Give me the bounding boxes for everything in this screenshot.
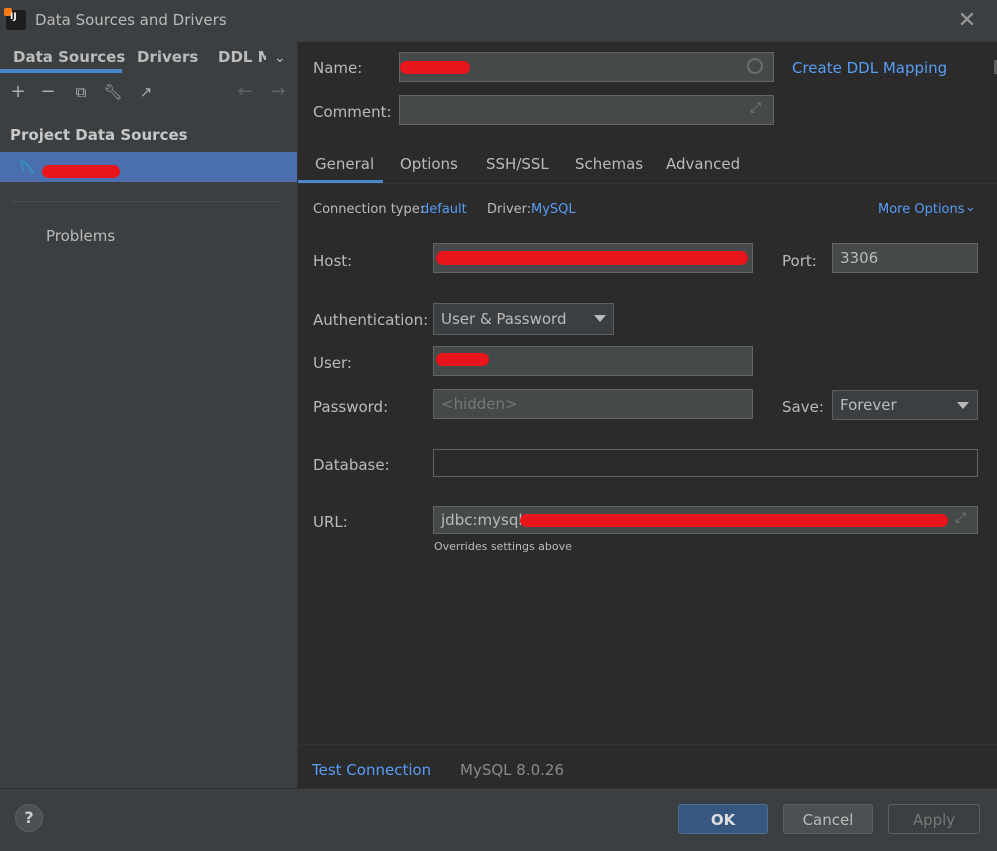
url-label: URL: [313, 513, 348, 531]
add-icon[interactable]: + [8, 82, 28, 102]
redacted-mark [436, 353, 489, 366]
color-circle-icon[interactable] [747, 58, 763, 74]
authentication-select[interactable]: User & Password [433, 303, 614, 335]
host-label: Host: [313, 252, 353, 270]
test-connection-link[interactable]: Test Connection [312, 761, 431, 779]
section-title: Project Data Sources [10, 126, 188, 144]
dropdown-arrow-icon [594, 315, 606, 322]
problems-item[interactable]: Problems [46, 227, 115, 245]
redacted-mark [520, 514, 948, 527]
window-title: Data Sources and Drivers [35, 11, 227, 29]
tab-general[interactable]: General [315, 155, 374, 173]
apply-button[interactable]: Apply [888, 804, 980, 834]
redacted-mark [436, 251, 748, 265]
intellij-logo-icon [4, 8, 26, 30]
database-label: Database: [313, 456, 390, 474]
go-to-icon[interactable]: ↗ [136, 82, 156, 102]
port-field[interactable]: 3306 [832, 243, 978, 273]
overrides-note: Overrides settings above [434, 540, 572, 553]
port-label: Port: [782, 252, 817, 270]
connection-type-label: Connection type: [313, 202, 425, 217]
user-label: User: [313, 354, 352, 372]
database-field[interactable] [433, 449, 978, 477]
driver-label: Driver: [487, 202, 532, 217]
tab-options[interactable]: Options [400, 155, 458, 173]
comment-field[interactable] [399, 95, 774, 125]
back-arrow-icon[interactable]: ← [235, 82, 255, 102]
tab-drivers[interactable]: Drivers [137, 48, 198, 70]
tabs-divider [298, 183, 997, 184]
duplicate-icon[interactable]: ⧉ [71, 82, 91, 102]
close-icon[interactable]: ✕ [954, 8, 980, 34]
tab-ssh-ssl[interactable]: SSH/SSL [486, 155, 549, 173]
create-ddl-mapping-link[interactable]: Create DDL Mapping [792, 59, 947, 77]
tab-data-sources[interactable]: Data Sources [13, 48, 125, 70]
authentication-label: Authentication: [313, 311, 429, 329]
password-label: Password: [313, 398, 389, 416]
chevron-down-icon[interactable]: ⌄ [274, 50, 286, 66]
server-version: MySQL 8.0.26 [460, 761, 564, 779]
more-options-link[interactable]: More Options [878, 202, 965, 217]
ok-button[interactable]: OK [678, 804, 768, 834]
forward-arrow-icon[interactable]: → [268, 82, 288, 102]
wrench-icon[interactable]: 🔧︎ [103, 82, 123, 102]
tab-ddl-mappings[interactable]: DDL M [218, 48, 266, 70]
name-label: Name: [313, 59, 363, 77]
tab-advanced[interactable]: Advanced [666, 155, 740, 173]
tab-schemas[interactable]: Schemas [575, 155, 643, 173]
dropdown-arrow-icon [957, 402, 969, 409]
mysql-dolphin-icon [18, 158, 36, 176]
help-button[interactable]: ? [15, 804, 43, 832]
remove-icon[interactable]: − [38, 82, 58, 102]
driver-link[interactable]: MySQL [531, 202, 576, 217]
active-tab-indicator [0, 69, 122, 73]
password-field[interactable]: <hidden> [433, 389, 753, 419]
divider [12, 201, 282, 202]
chevron-down-icon[interactable]: ⌄ [965, 200, 976, 215]
cancel-button[interactable]: Cancel [783, 804, 873, 834]
expand-icon[interactable]: ⤢ [955, 510, 966, 526]
redacted-mark [400, 61, 470, 74]
expand-icon[interactable]: ⤢ [750, 100, 761, 116]
connection-type-link[interactable]: default [421, 202, 467, 217]
save-label: Save: [782, 398, 824, 416]
divider [298, 744, 997, 745]
comment-label: Comment: [313, 103, 392, 121]
redacted-mark [42, 165, 120, 178]
